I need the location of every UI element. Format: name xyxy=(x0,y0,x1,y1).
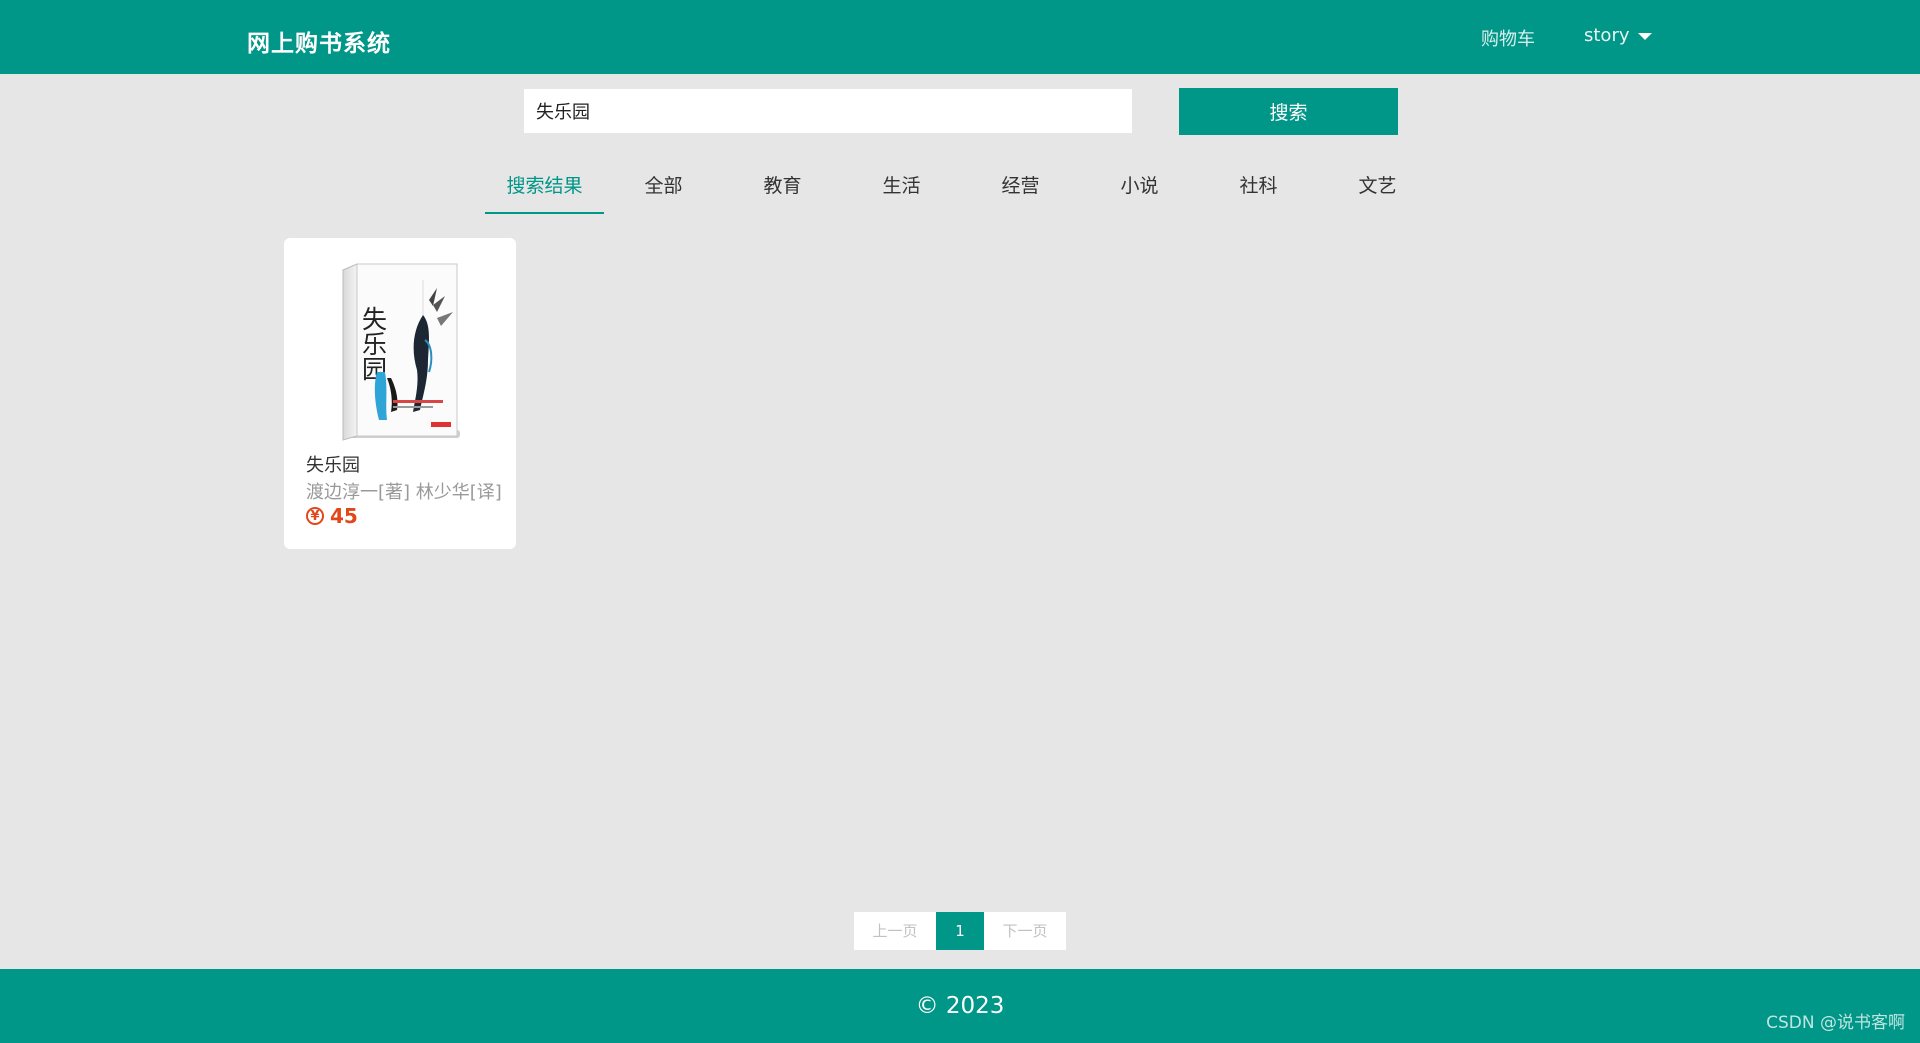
user-name: story xyxy=(1584,25,1630,46)
tab-novel[interactable]: 小说 xyxy=(1080,158,1199,214)
page-1-button[interactable]: 1 xyxy=(936,912,984,950)
copyright-text: © 2023 xyxy=(915,993,1005,1019)
top-navbar: 网上购书系统 购物车 story xyxy=(0,0,1920,74)
site-title[interactable]: 网上购书系统 xyxy=(247,24,391,58)
book-card[interactable]: 失乐园 失乐园 渡边淳一[著] 林少华[译] ¥ 45 xyxy=(284,238,516,549)
tab-business[interactable]: 经营 xyxy=(961,158,1080,214)
watermark-text: CSDN @说书客啊 xyxy=(1766,1013,1905,1033)
search-input[interactable] xyxy=(523,88,1133,134)
cart-link[interactable]: 购物车 xyxy=(1481,25,1535,51)
tab-education[interactable]: 教育 xyxy=(723,158,842,214)
tab-social-science[interactable]: 社科 xyxy=(1199,158,1318,214)
price-value: 45 xyxy=(330,504,358,528)
tab-life[interactable]: 生活 xyxy=(842,158,961,214)
yen-icon: ¥ xyxy=(306,507,324,525)
search-button[interactable]: 搜索 xyxy=(1179,88,1398,135)
tab-search-results[interactable]: 搜索结果 xyxy=(485,158,604,214)
footer: © 2023 xyxy=(0,969,1920,1043)
book-title[interactable]: 失乐园 xyxy=(306,451,360,477)
tab-all[interactable]: 全部 xyxy=(604,158,723,214)
tab-literature-art[interactable]: 文艺 xyxy=(1318,158,1437,214)
prev-page-button[interactable]: 上一页 xyxy=(854,912,936,950)
cover-title-text: 失乐园 xyxy=(359,306,388,381)
user-menu[interactable]: story xyxy=(1584,25,1652,46)
caret-down-icon xyxy=(1637,32,1652,40)
next-page-button[interactable]: 下一页 xyxy=(984,912,1066,950)
pagination: 上一页 1 下一页 xyxy=(854,912,1066,950)
book-cover-image[interactable]: 失乐园 xyxy=(333,260,466,442)
book-author: 渡边淳一[著] 林少华[译] xyxy=(306,482,502,503)
category-tabs: 搜索结果 全部 教育 生活 经营 小说 社科 文艺 xyxy=(485,158,1399,214)
book-price: ¥ 45 xyxy=(306,504,358,528)
